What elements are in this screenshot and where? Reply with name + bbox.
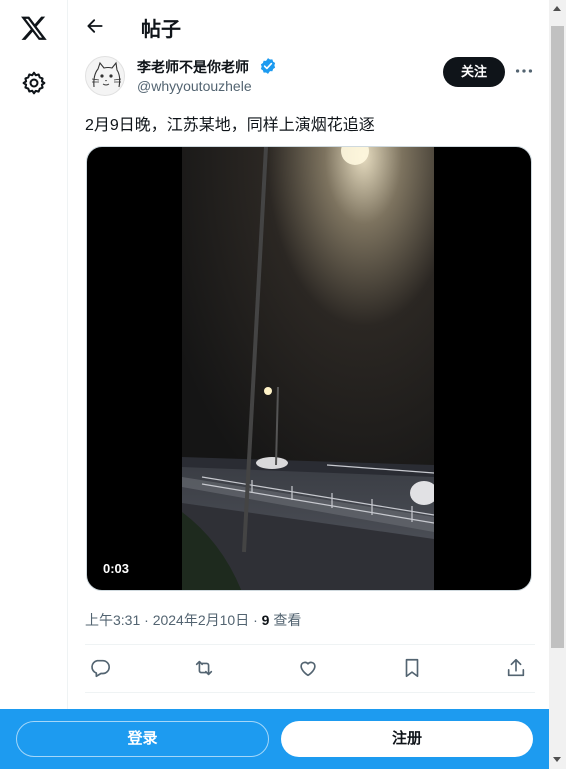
video-frame: [182, 147, 434, 590]
share-icon[interactable]: [505, 657, 527, 679]
repost-icon[interactable]: [193, 657, 215, 679]
follow-button[interactable]: 关注: [443, 57, 505, 87]
author-handle[interactable]: @whyyoutouzhele: [137, 78, 252, 94]
like-icon[interactable]: [297, 657, 319, 679]
page-scrollbar[interactable]: [549, 0, 566, 769]
post-timestamp[interactable]: 上午3:31 · 2024年2月10日 ·: [85, 612, 262, 628]
divider: [85, 644, 535, 645]
scroll-thumb[interactable]: [551, 26, 564, 648]
more-dots-icon[interactable]: [513, 60, 535, 82]
x-logo-icon[interactable]: [20, 14, 48, 42]
views-label: 查看: [269, 612, 302, 628]
bookmark-icon[interactable]: [401, 657, 423, 679]
back-arrow-icon[interactable]: [85, 16, 105, 36]
login-button[interactable]: 登录: [16, 721, 269, 757]
post-actions: [85, 654, 535, 684]
scroll-down-arrow-icon[interactable]: [553, 757, 561, 762]
gear-icon[interactable]: [21, 70, 47, 96]
avatar[interactable]: [85, 56, 125, 96]
post-main-column: 帖子 李老师不是你老师 @whyyoutouzhele 关注 2月9日晚，江苏某…: [69, 0, 549, 769]
divider: [85, 692, 535, 693]
post-meta: 上午3:31 · 2024年2月10日 · 9 查看: [85, 610, 301, 630]
post-text: 2月9日晚，江苏某地，同样上演烟花追逐: [85, 117, 375, 134]
post-video[interactable]: 0:03: [86, 146, 532, 591]
reply-icon[interactable]: [89, 657, 111, 679]
page-title: 帖子: [141, 19, 181, 41]
page-header: 帖子: [69, 0, 549, 54]
login-banner: 登录 注册: [0, 709, 549, 769]
avatar-cat-drawing: [91, 61, 122, 88]
left-rail: [0, 0, 68, 769]
scroll-up-arrow-icon[interactable]: [553, 6, 561, 11]
author-display-name[interactable]: 李老师不是你老师: [137, 57, 249, 77]
video-duration: 0:03: [97, 559, 136, 578]
signup-button[interactable]: 注册: [281, 721, 533, 757]
verified-badge-icon: [260, 58, 276, 74]
